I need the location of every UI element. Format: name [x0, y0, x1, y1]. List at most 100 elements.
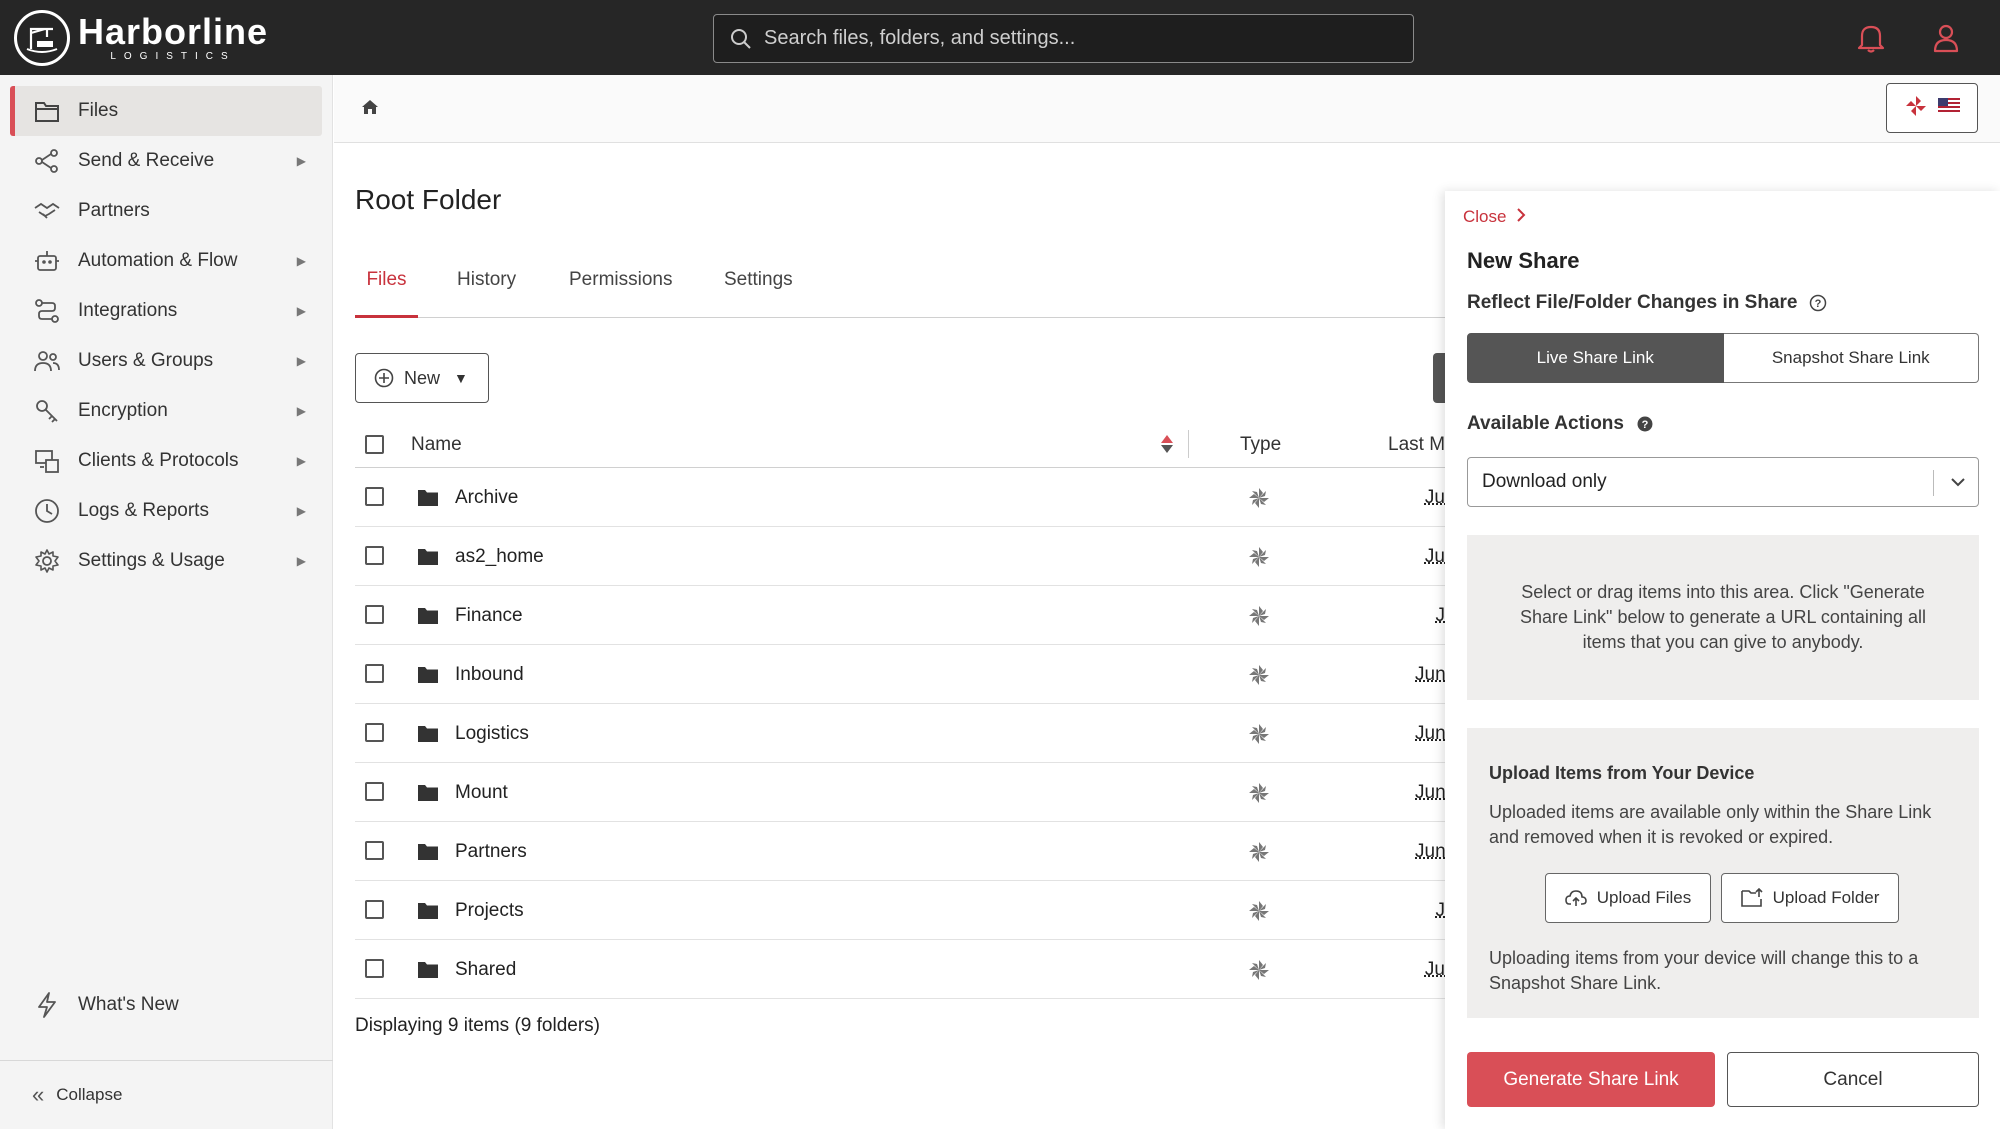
row-last-modified: Ju [1424, 546, 1445, 567]
sidebar-item-send-receive[interactable]: Send & Receive ▶ [10, 136, 322, 186]
row-checkbox[interactable] [365, 959, 384, 978]
sidebar-item-partners[interactable]: Partners [10, 186, 322, 236]
row-checkbox[interactable] [365, 487, 384, 506]
home-icon[interactable] [360, 97, 380, 122]
help-circle-icon[interactable]: ? [1809, 294, 1827, 312]
sort-icon[interactable] [1160, 434, 1174, 460]
sidebar-item-logs-reports[interactable]: Logs & Reports ▶ [10, 486, 322, 536]
sidebar-item-integrations[interactable]: Integrations ▶ [10, 286, 322, 336]
whats-new-link[interactable]: What's New [10, 980, 322, 1030]
global-search[interactable] [713, 14, 1414, 63]
chevron-right-icon [1516, 207, 1526, 227]
row-last-modified: Ju [1424, 959, 1445, 980]
row-name[interactable]: Inbound [455, 664, 524, 686]
column-name-header[interactable]: Name [411, 434, 462, 456]
row-name[interactable]: Mount [455, 782, 508, 804]
sidebar-item-encryption[interactable]: Encryption ▶ [10, 386, 322, 436]
row-name[interactable]: Logistics [455, 723, 529, 745]
snapshot-share-link-option[interactable]: Snapshot Share Link [1723, 333, 1979, 383]
lightning-icon [32, 990, 62, 1020]
row-last-modified: Ju [1424, 487, 1445, 508]
generate-share-link-button[interactable]: Generate Share Link [1467, 1052, 1715, 1107]
clients-icon [32, 446, 62, 476]
row-name[interactable]: as2_home [455, 546, 544, 568]
row-name[interactable]: Finance [455, 605, 523, 627]
bell-icon[interactable] [1851, 18, 1891, 58]
table-row[interactable]: Inbound Jun [355, 645, 1445, 704]
share-type-toggle: Live Share Link Snapshot Share Link [1467, 333, 1979, 383]
help-filled-icon[interactable]: ? [1636, 415, 1654, 433]
table-row[interactable]: Logistics Jun [355, 704, 1445, 763]
us-flag-icon [1938, 97, 1960, 119]
table-row[interactable]: Shared Ju [355, 940, 1445, 999]
row-checkbox[interactable] [365, 782, 384, 801]
toolbar-button-partial[interactable] [1433, 353, 1445, 403]
row-last-modified: J [1435, 605, 1446, 626]
row-checkbox[interactable] [365, 605, 384, 624]
drop-zone[interactable]: Select or drag items into this area. Cli… [1467, 535, 1979, 700]
collapse-button[interactable]: « Collapse [0, 1060, 333, 1129]
close-panel-link[interactable]: Close [1463, 207, 1526, 227]
table-row[interactable]: Finance J [355, 586, 1445, 645]
available-actions-select[interactable]: Download only [1467, 457, 1979, 507]
folder-upload-icon [1740, 888, 1763, 907]
table-row[interactable]: Mount Jun [355, 763, 1445, 822]
new-button[interactable]: New ▼ [355, 353, 489, 403]
column-last-modified-header[interactable]: Last M [1388, 434, 1445, 456]
sidebar-item-label: Integrations [78, 300, 178, 321]
chevron-right-icon: ▶ [296, 254, 306, 268]
sidebar-item-label: Clients & Protocols [78, 450, 239, 471]
handshake-icon [32, 196, 62, 226]
whats-new-label: What's New [78, 994, 179, 1015]
tab-history[interactable]: History [457, 269, 516, 318]
upload-folder-button[interactable]: Upload Folder [1721, 873, 1899, 923]
row-checkbox[interactable] [365, 664, 384, 683]
sidebar-item-files[interactable]: Files [10, 86, 322, 136]
table-row[interactable]: Projects J [355, 881, 1445, 940]
row-last-modified: Jun [1415, 664, 1445, 685]
search-input[interactable] [764, 27, 1384, 50]
collapse-label: Collapse [56, 1085, 123, 1104]
folder-icon [418, 489, 438, 512]
sidebar-item-users-groups[interactable]: Users & Groups ▶ [10, 336, 322, 386]
integration-icon [32, 296, 62, 326]
pinwheel-type-icon [1248, 841, 1270, 869]
key-icon [32, 396, 62, 426]
table-row[interactable]: as2_home Ju [355, 527, 1445, 586]
row-name[interactable]: Archive [455, 487, 518, 509]
row-name[interactable]: Shared [455, 959, 516, 981]
column-type-header[interactable]: Type [1240, 434, 1281, 456]
cancel-button[interactable]: Cancel [1727, 1052, 1979, 1107]
pinwheel-type-icon [1248, 723, 1270, 751]
tab-permissions[interactable]: Permissions [569, 269, 672, 318]
sidebar-item-clients-protocols[interactable]: Clients & Protocols ▶ [10, 436, 322, 486]
upload-folder-label: Upload Folder [1772, 888, 1880, 907]
sidebar-item-label: Encryption [78, 400, 168, 421]
brand-logo[interactable]: Harborline LOGISTICS [14, 9, 268, 67]
tab-files[interactable]: Files [355, 269, 418, 318]
folder-icon [418, 961, 438, 984]
live-share-link-option[interactable]: Live Share Link [1467, 333, 1724, 383]
chevron-down-icon [1950, 472, 1966, 498]
row-checkbox[interactable] [365, 900, 384, 919]
folder-icon [418, 784, 438, 807]
row-name[interactable]: Projects [455, 900, 524, 922]
harbor-crane-icon [14, 10, 70, 66]
row-checkbox[interactable] [365, 723, 384, 742]
pinwheel-type-icon [1248, 605, 1270, 633]
row-checkbox[interactable] [365, 546, 384, 565]
table-row[interactable]: Partners Jun [355, 822, 1445, 881]
user-icon[interactable] [1926, 18, 1966, 58]
pinwheel-type-icon [1248, 782, 1270, 810]
sidebar-item-settings-usage[interactable]: Settings & Usage ▶ [10, 536, 322, 586]
breadcrumb [334, 75, 2000, 143]
upload-files-button[interactable]: Upload Files [1545, 873, 1711, 923]
row-name[interactable]: Partners [455, 841, 527, 863]
tab-settings[interactable]: Settings [724, 269, 793, 318]
language-selector[interactable] [1886, 83, 1978, 133]
row-checkbox[interactable] [365, 841, 384, 860]
sidebar-item-automation[interactable]: Automation & Flow ▶ [10, 236, 322, 286]
select-all-checkbox[interactable] [365, 435, 384, 454]
double-chevron-left-icon: « [32, 1082, 45, 1107]
table-row[interactable]: Archive Ju [355, 468, 1445, 527]
